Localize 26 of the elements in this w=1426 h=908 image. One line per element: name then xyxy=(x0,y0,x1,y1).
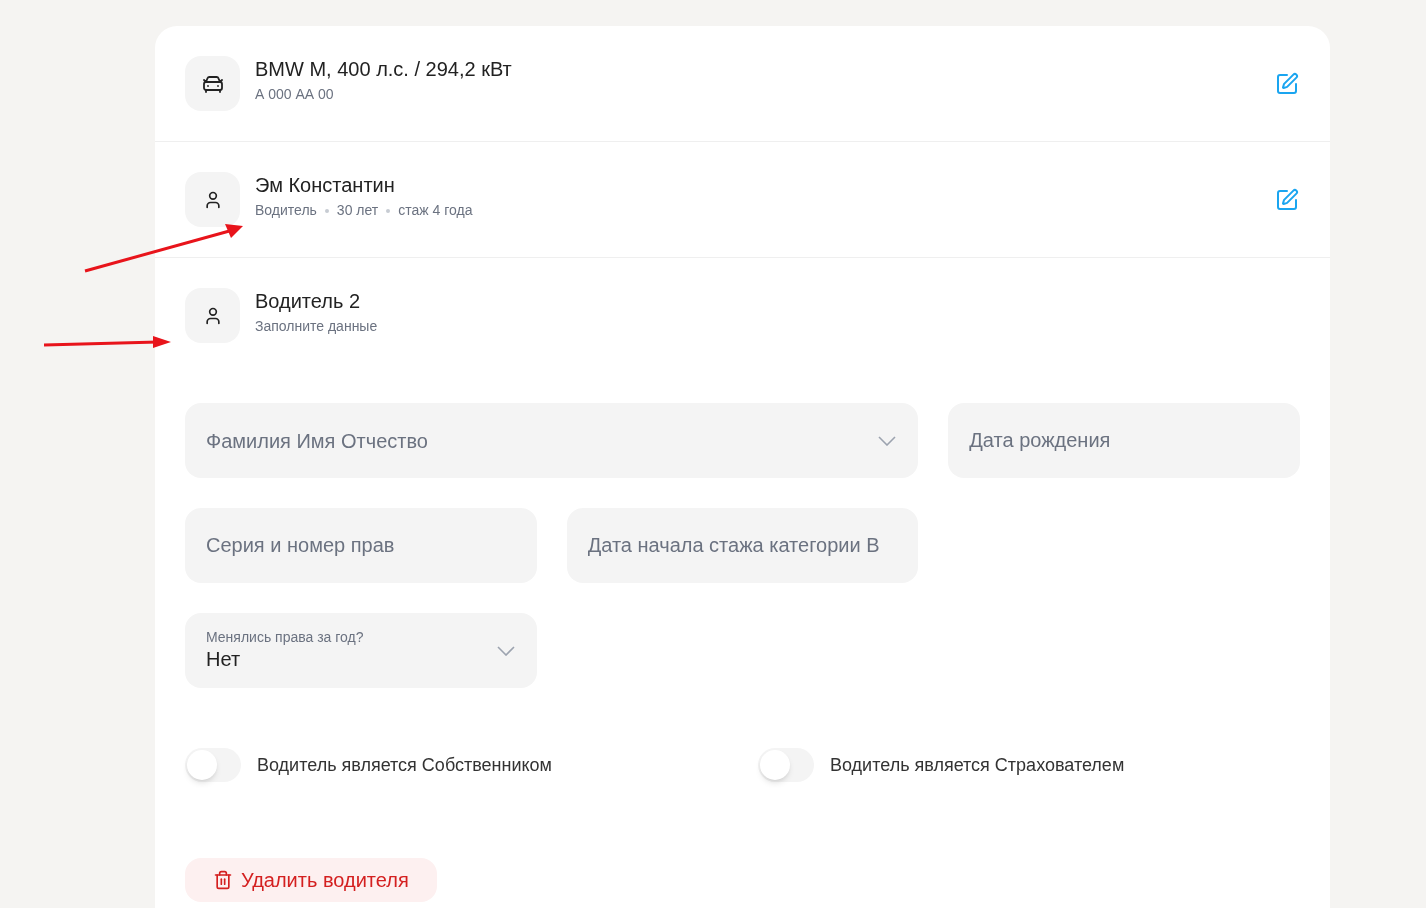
input-field[interactable]: Дата рождения xyxy=(948,403,1300,478)
select-field[interactable]: Менялись права за год? Нет xyxy=(185,613,537,688)
toggle-label: Водитель является Страхователем xyxy=(830,753,1125,777)
field-value: Нет xyxy=(206,646,242,672)
driver-detail: стаж 4 года xyxy=(398,201,473,220)
toggle-switch[interactable] xyxy=(185,748,241,782)
input-field[interactable]: Серия и номер прав xyxy=(185,508,537,583)
field-label: Менялись права за год? xyxy=(206,629,364,647)
driver-hint: Заполните данные xyxy=(255,317,378,336)
vehicle-plate: А 000 АА 00 xyxy=(255,85,335,104)
toggle-switch[interactable] xyxy=(758,748,814,782)
chevron-down-icon xyxy=(878,435,897,446)
driver-name: Эм Константин xyxy=(255,173,396,198)
driver-detail: Водитель xyxy=(255,201,317,220)
delete-driver-button[interactable]: Удалить водителя xyxy=(185,858,437,902)
toggle-label: Водитель является Собственником xyxy=(257,753,552,777)
driver-detail: 30 лет xyxy=(336,201,379,220)
vehicle-title: BMW M, 400 л.с. / 294,2 кВт xyxy=(255,57,513,82)
select-placeholder: Фамилия Имя Отчество xyxy=(206,428,428,454)
chevron-down-icon xyxy=(496,645,515,656)
edit-icon[interactable] xyxy=(1275,187,1299,212)
edit-icon[interactable] xyxy=(1275,71,1299,96)
trash-icon xyxy=(213,870,233,890)
name-select[interactable]: Фамилия Имя Отчество xyxy=(185,403,919,478)
input-field[interactable]: Дата начала стажа категории B xyxy=(566,508,919,583)
driver-title: Водитель 2 xyxy=(255,289,362,314)
